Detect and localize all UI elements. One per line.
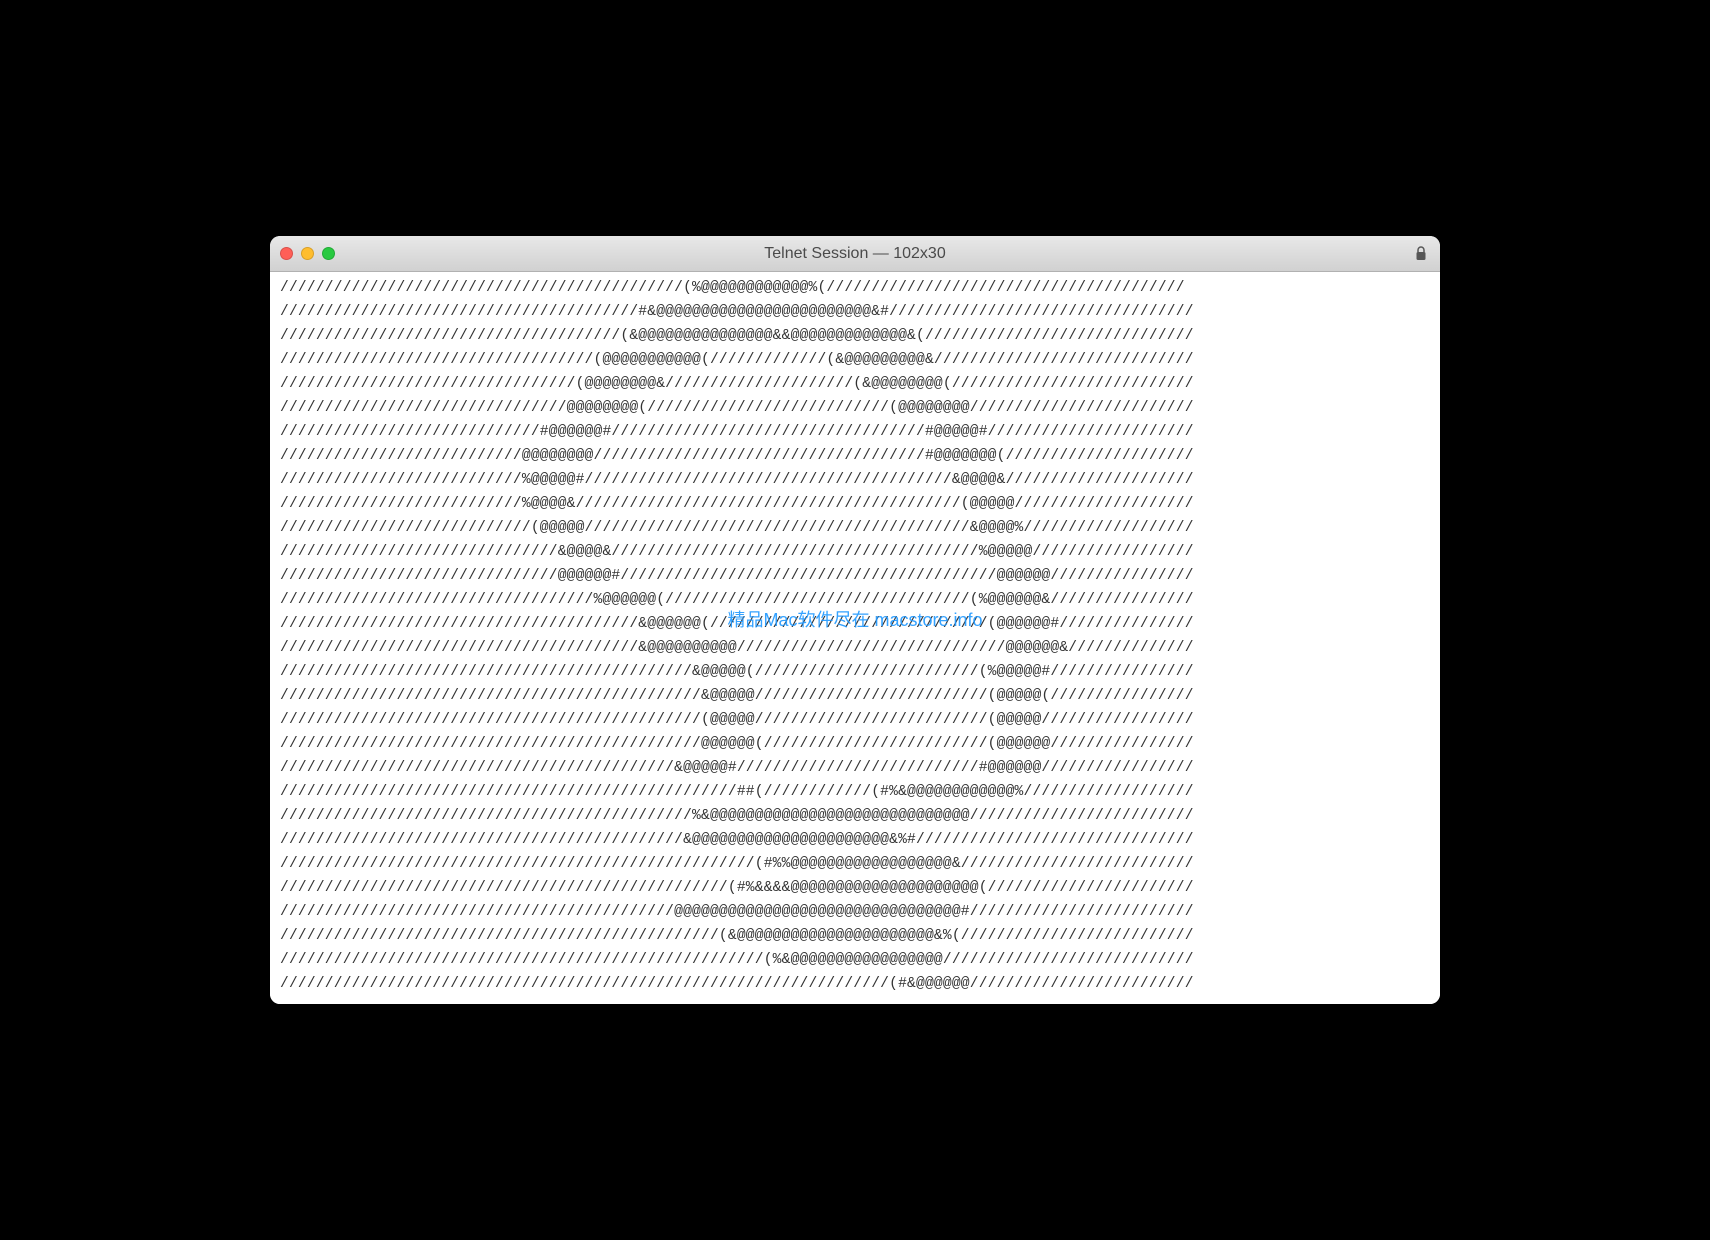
window-titlebar[interactable]: Telnet Session — 102x30	[270, 236, 1440, 272]
lock-icon[interactable]	[1414, 246, 1428, 262]
traffic-lights	[280, 247, 335, 260]
terminal-window: Telnet Session — 102x30 ////////////////…	[270, 236, 1440, 1004]
window-title: Telnet Session — 102x30	[764, 245, 945, 263]
terminal-body[interactable]: ////////////////////////////////////////…	[270, 272, 1440, 1004]
maximize-button[interactable]	[322, 247, 335, 260]
close-button[interactable]	[280, 247, 293, 260]
terminal-output: ////////////////////////////////////////…	[280, 276, 1430, 996]
minimize-button[interactable]	[301, 247, 314, 260]
